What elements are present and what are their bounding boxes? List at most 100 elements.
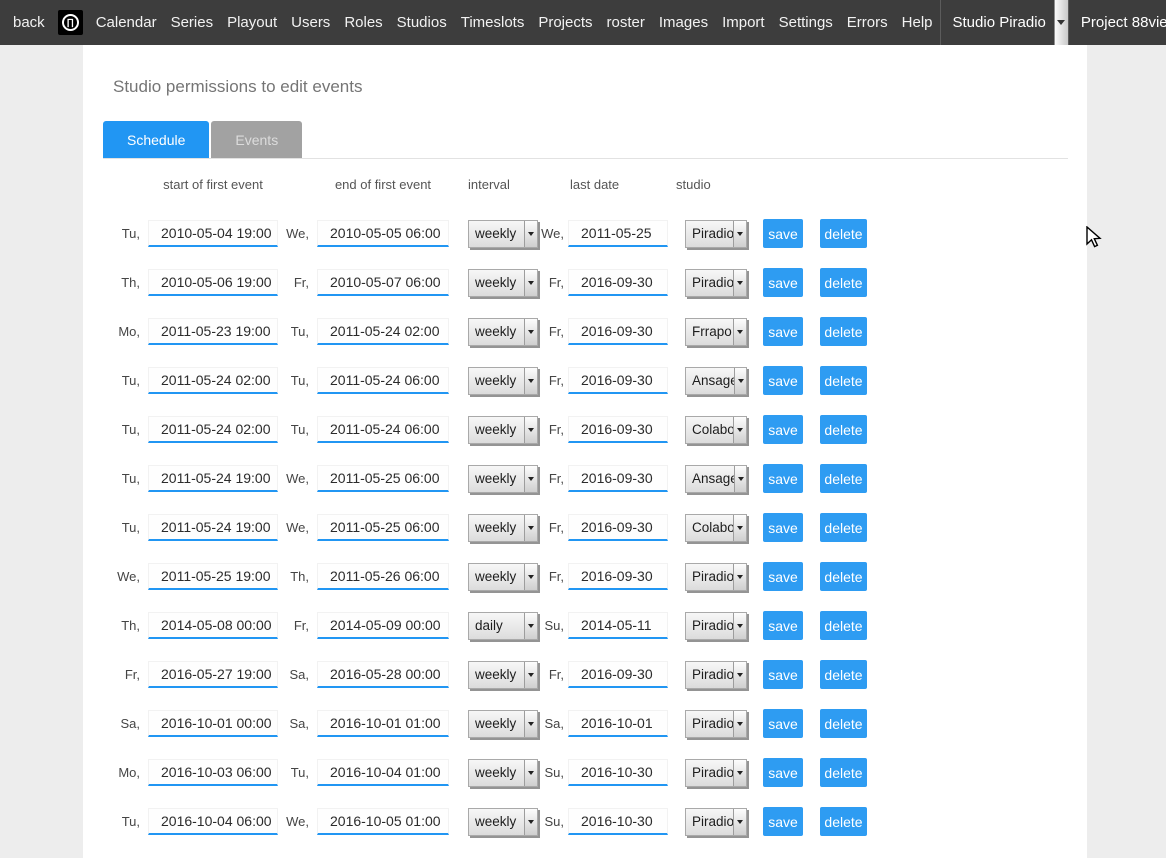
- studio-select-arrow-icon[interactable]: [733, 711, 746, 737]
- save-button[interactable]: save: [763, 660, 803, 689]
- last-date-input[interactable]: [568, 759, 668, 786]
- studio-select[interactable]: Studio Piradio: [940, 0, 1068, 45]
- last-date-input[interactable]: [568, 318, 668, 345]
- interval-select-arrow-icon[interactable]: [524, 319, 537, 345]
- interval-select[interactable]: weekly: [468, 661, 538, 689]
- start-datetime-input[interactable]: [148, 465, 278, 492]
- save-button[interactable]: save: [763, 709, 803, 738]
- tab-schedule[interactable]: Schedule: [103, 121, 209, 158]
- start-datetime-input[interactable]: [148, 563, 278, 590]
- delete-button[interactable]: delete: [820, 366, 867, 395]
- studio-select-arrow-icon[interactable]: [733, 417, 746, 443]
- studio-select-arrow-icon[interactable]: [733, 270, 746, 296]
- end-datetime-input[interactable]: [317, 416, 449, 443]
- save-button[interactable]: save: [763, 317, 803, 346]
- interval-select[interactable]: weekly: [468, 808, 538, 836]
- start-datetime-input[interactable]: [148, 220, 278, 247]
- studio-select-row[interactable]: Piradio: [685, 269, 747, 297]
- studio-select-row[interactable]: Frrapo: [685, 318, 747, 346]
- interval-select[interactable]: weekly: [468, 465, 538, 493]
- end-datetime-input[interactable]: [317, 661, 449, 688]
- studio-select-row[interactable]: Piradio: [685, 220, 747, 248]
- last-date-input[interactable]: [568, 220, 668, 247]
- interval-select-arrow-icon[interactable]: [524, 809, 537, 835]
- save-button[interactable]: save: [763, 513, 803, 542]
- last-date-input[interactable]: [568, 367, 668, 394]
- studio-select-arrow-icon[interactable]: [733, 221, 746, 247]
- save-button[interactable]: save: [763, 807, 803, 836]
- interval-select-arrow-icon[interactable]: [524, 515, 537, 541]
- start-datetime-input[interactable]: [148, 318, 278, 345]
- interval-select-arrow-icon[interactable]: [524, 368, 537, 394]
- delete-button[interactable]: delete: [820, 709, 867, 738]
- nav-item-settings[interactable]: Settings: [772, 0, 840, 45]
- interval-select-arrow-icon[interactable]: [524, 270, 537, 296]
- interval-select-arrow-icon[interactable]: [524, 466, 537, 492]
- tab-events[interactable]: Events: [211, 121, 302, 158]
- last-date-input[interactable]: [568, 416, 668, 443]
- delete-button[interactable]: delete: [820, 611, 867, 640]
- save-button[interactable]: save: [763, 562, 803, 591]
- studio-select-arrow-icon[interactable]: [733, 809, 746, 835]
- delete-button[interactable]: delete: [820, 415, 867, 444]
- nav-item-errors[interactable]: Errors: [840, 0, 895, 45]
- interval-select-arrow-icon[interactable]: [524, 613, 537, 639]
- studio-select-row[interactable]: Colabo: [685, 416, 747, 444]
- studio-select-row[interactable]: Piradio: [685, 612, 747, 640]
- save-button[interactable]: save: [763, 415, 803, 444]
- studio-select-arrow-icon[interactable]: [733, 613, 746, 639]
- delete-button[interactable]: delete: [820, 758, 867, 787]
- end-datetime-input[interactable]: [317, 367, 449, 394]
- interval-select[interactable]: weekly: [468, 759, 538, 787]
- start-datetime-input[interactable]: [148, 269, 278, 296]
- interval-select[interactable]: weekly: [468, 514, 538, 542]
- interval-select[interactable]: weekly: [468, 318, 538, 346]
- save-button[interactable]: save: [763, 268, 803, 297]
- delete-button[interactable]: delete: [820, 562, 867, 591]
- nav-item-timeslots[interactable]: Timeslots: [454, 0, 532, 45]
- studio-select-arrow-icon[interactable]: [734, 466, 746, 492]
- start-datetime-input[interactable]: [148, 367, 278, 394]
- studio-select-arrow-icon[interactable]: [733, 760, 746, 786]
- start-datetime-input[interactable]: [148, 808, 278, 835]
- delete-button[interactable]: delete: [820, 219, 867, 248]
- delete-button[interactable]: delete: [820, 807, 867, 836]
- save-button[interactable]: save: [763, 464, 803, 493]
- delete-button[interactable]: delete: [820, 660, 867, 689]
- interval-select[interactable]: daily: [468, 612, 538, 640]
- last-date-input[interactable]: [568, 661, 668, 688]
- last-date-input[interactable]: [568, 563, 668, 590]
- interval-select-arrow-icon[interactable]: [524, 662, 537, 688]
- interval-select-arrow-icon[interactable]: [524, 760, 537, 786]
- interval-select-arrow-icon[interactable]: [524, 221, 537, 247]
- nav-item-roster[interactable]: roster: [600, 0, 652, 45]
- nav-item-help[interactable]: Help: [895, 0, 940, 45]
- end-datetime-input[interactable]: [317, 612, 449, 639]
- studio-select-row[interactable]: Ansage: [685, 367, 747, 395]
- end-datetime-input[interactable]: [317, 269, 449, 296]
- studio-select-arrow-icon[interactable]: [733, 662, 746, 688]
- studio-select-row[interactable]: Piradio: [685, 563, 747, 591]
- nav-item-roles[interactable]: Roles: [337, 0, 389, 45]
- end-datetime-input[interactable]: [317, 808, 449, 835]
- end-datetime-input[interactable]: [317, 514, 449, 541]
- nav-item-series[interactable]: Series: [164, 0, 221, 45]
- interval-select[interactable]: weekly: [468, 220, 538, 248]
- studio-select-arrow-icon[interactable]: [733, 319, 746, 345]
- start-datetime-input[interactable]: [148, 661, 278, 688]
- delete-button[interactable]: delete: [820, 464, 867, 493]
- interval-select[interactable]: weekly: [468, 367, 538, 395]
- last-date-input[interactable]: [568, 612, 668, 639]
- studio-select-row[interactable]: Piradio: [685, 710, 747, 738]
- interval-select[interactable]: weekly: [468, 269, 538, 297]
- start-datetime-input[interactable]: [148, 759, 278, 786]
- pi-radio-logo-icon[interactable]: ∏: [58, 10, 83, 35]
- interval-select[interactable]: weekly: [468, 416, 538, 444]
- end-datetime-input[interactable]: [317, 465, 449, 492]
- nav-item-studios[interactable]: Studios: [390, 0, 454, 45]
- interval-select-arrow-icon[interactable]: [524, 711, 537, 737]
- last-date-input[interactable]: [568, 269, 668, 296]
- save-button[interactable]: save: [763, 366, 803, 395]
- interval-select-arrow-icon[interactable]: [524, 564, 537, 590]
- nav-item-import[interactable]: Import: [715, 0, 772, 45]
